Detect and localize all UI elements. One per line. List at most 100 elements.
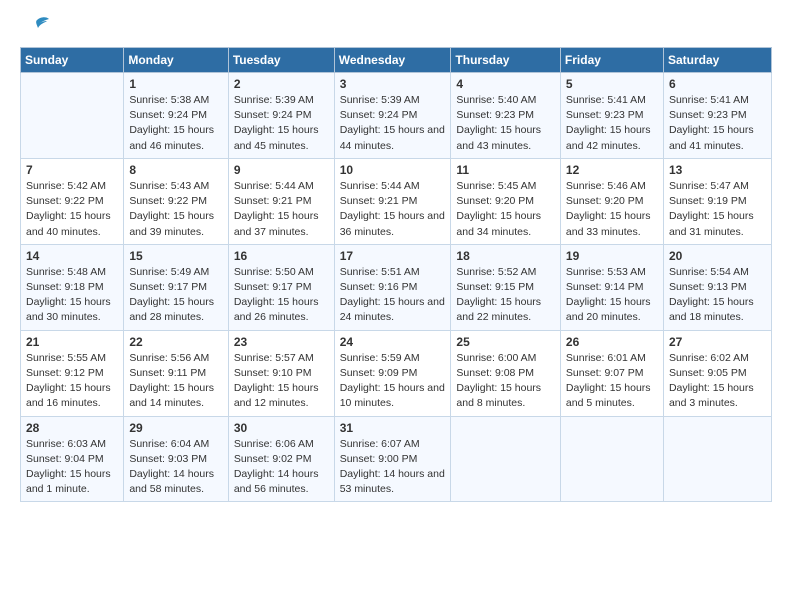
day-number: 1	[129, 77, 222, 91]
day-number: 13	[669, 163, 766, 177]
calendar-cell: 30Sunrise: 6:06 AMSunset: 9:02 PMDayligh…	[228, 416, 334, 502]
sun-info: Sunrise: 5:39 AMSunset: 9:24 PMDaylight:…	[340, 93, 446, 154]
calendar-cell: 13 Sunrise: 5:47 AMSunset: 9:19 PMDayligh…	[663, 158, 771, 244]
col-header-friday: Friday	[560, 48, 663, 73]
sun-info: Sunrise: 6:02 AMSunset: 9:05 PMDaylight:…	[669, 351, 766, 412]
day-number: 11	[456, 163, 555, 177]
sun-info: Sunrise: 6:03 AMSunset: 9:04 PMDaylight:…	[26, 437, 118, 498]
col-header-monday: Monday	[124, 48, 228, 73]
day-number: 2	[234, 77, 329, 91]
day-number: 3	[340, 77, 446, 91]
calendar-cell	[451, 416, 561, 502]
sun-info: Sunrise: 6:04 AMSunset: 9:03 PMDaylight:…	[129, 437, 222, 498]
calendar-cell: 2 Sunrise: 5:39 AMSunset: 9:24 PMDaylight…	[228, 73, 334, 159]
day-number: 9	[234, 163, 329, 177]
col-header-sunday: Sunday	[21, 48, 124, 73]
calendar-cell: 17 Sunrise: 5:51 AMSunset: 9:16 PMDayligh…	[334, 244, 451, 330]
week-row-2: 7 Sunrise: 5:42 AMSunset: 9:22 PMDaylight…	[21, 158, 772, 244]
calendar-cell: 10Sunrise: 5:44 AMSunset: 9:21 PMDayligh…	[334, 158, 451, 244]
day-number: 6	[669, 77, 766, 91]
calendar-cell: 1 Sunrise: 5:38 AMSunset: 9:24 PMDaylight…	[124, 73, 228, 159]
week-row-4: 21 Sunrise: 5:55 AMSunset: 9:12 PMDayligh…	[21, 330, 772, 416]
week-row-1: 1 Sunrise: 5:38 AMSunset: 9:24 PMDaylight…	[21, 73, 772, 159]
day-number: 19	[566, 249, 658, 263]
sun-info: Sunrise: 5:39 AMSunset: 9:24 PMDaylight:…	[234, 93, 329, 154]
sun-info: Sunrise: 5:50 AMSunset: 9:17 PMDaylight:…	[234, 265, 329, 326]
sun-info: Sunrise: 5:44 AMSunset: 9:21 PMDaylight:…	[340, 179, 446, 240]
logo-bird-icon	[24, 16, 50, 41]
calendar-table: SundayMondayTuesdayWednesdayThursdayFrid…	[20, 47, 772, 502]
calendar-cell: 27Sunrise: 6:02 AMSunset: 9:05 PMDayligh…	[663, 330, 771, 416]
calendar-cell: 12 Sunrise: 5:46 AMSunset: 9:20 PMDayligh…	[560, 158, 663, 244]
calendar-cell: 4 Sunrise: 5:40 AMSunset: 9:23 PMDaylight…	[451, 73, 561, 159]
calendar-cell: 26 Sunrise: 6:01 AMSunset: 9:07 PMDayligh…	[560, 330, 663, 416]
day-number: 22	[129, 335, 222, 349]
sun-info: Sunrise: 5:40 AMSunset: 9:23 PMDaylight:…	[456, 93, 555, 154]
calendar-cell: 24 Sunrise: 5:59 AMSunset: 9:09 PMDayligh…	[334, 330, 451, 416]
col-header-thursday: Thursday	[451, 48, 561, 73]
day-number: 16	[234, 249, 329, 263]
day-number: 12	[566, 163, 658, 177]
day-number: 23	[234, 335, 329, 349]
week-row-5: 28 Sunrise: 6:03 AMSunset: 9:04 PMDayligh…	[21, 416, 772, 502]
sun-info: Sunrise: 5:51 AMSunset: 9:16 PMDaylight:…	[340, 265, 446, 326]
calendar-cell: 5 Sunrise: 5:41 AMSunset: 9:23 PMDaylight…	[560, 73, 663, 159]
sun-info: Sunrise: 5:55 AMSunset: 9:12 PMDaylight:…	[26, 351, 118, 412]
sun-info: Sunrise: 5:46 AMSunset: 9:20 PMDaylight:…	[566, 179, 658, 240]
calendar-cell: 25 Sunrise: 6:00 AMSunset: 9:08 PMDayligh…	[451, 330, 561, 416]
sun-info: Sunrise: 5:43 AMSunset: 9:22 PMDaylight:…	[129, 179, 222, 240]
calendar-cell: 7 Sunrise: 5:42 AMSunset: 9:22 PMDaylight…	[21, 158, 124, 244]
calendar-cell: 28 Sunrise: 6:03 AMSunset: 9:04 PMDayligh…	[21, 416, 124, 502]
sun-info: Sunrise: 5:49 AMSunset: 9:17 PMDaylight:…	[129, 265, 222, 326]
sun-info: Sunrise: 5:53 AMSunset: 9:14 PMDaylight:…	[566, 265, 658, 326]
calendar-cell: 29 Sunrise: 6:04 AMSunset: 9:03 PMDayligh…	[124, 416, 228, 502]
day-number: 21	[26, 335, 118, 349]
col-header-tuesday: Tuesday	[228, 48, 334, 73]
day-number: 30	[234, 421, 329, 435]
sun-info: Sunrise: 5:52 AMSunset: 9:15 PMDaylight:…	[456, 265, 555, 326]
sun-info: Sunrise: 5:47 AMSunset: 9:19 PMDaylight:…	[669, 179, 766, 240]
calendar-cell: 8 Sunrise: 5:43 AMSunset: 9:22 PMDaylight…	[124, 158, 228, 244]
sun-info: Sunrise: 5:57 AMSunset: 9:10 PMDaylight:…	[234, 351, 329, 412]
day-number: 4	[456, 77, 555, 91]
sun-info: Sunrise: 5:59 AMSunset: 9:09 PMDaylight:…	[340, 351, 446, 412]
calendar-cell: 11 Sunrise: 5:45 AMSunset: 9:20 PMDayligh…	[451, 158, 561, 244]
day-number: 7	[26, 163, 118, 177]
calendar-cell: 21 Sunrise: 5:55 AMSunset: 9:12 PMDayligh…	[21, 330, 124, 416]
calendar-cell: 19 Sunrise: 5:53 AMSunset: 9:14 PMDayligh…	[560, 244, 663, 330]
sun-info: Sunrise: 6:00 AMSunset: 9:08 PMDaylight:…	[456, 351, 555, 412]
day-number: 14	[26, 249, 118, 263]
sun-info: Sunrise: 5:41 AMSunset: 9:23 PMDaylight:…	[566, 93, 658, 154]
sun-info: Sunrise: 5:38 AMSunset: 9:24 PMDaylight:…	[129, 93, 222, 154]
day-number: 8	[129, 163, 222, 177]
day-number: 5	[566, 77, 658, 91]
calendar-cell: 22 Sunrise: 5:56 AMSunset: 9:11 PMDayligh…	[124, 330, 228, 416]
week-row-3: 14Sunrise: 5:48 AMSunset: 9:18 PMDayligh…	[21, 244, 772, 330]
sun-info: Sunrise: 5:42 AMSunset: 9:22 PMDaylight:…	[26, 179, 118, 240]
day-number: 28	[26, 421, 118, 435]
day-number: 17	[340, 249, 446, 263]
day-number: 25	[456, 335, 555, 349]
calendar-cell	[21, 73, 124, 159]
day-number: 29	[129, 421, 222, 435]
calendar-cell: 9Sunrise: 5:44 AMSunset: 9:21 PMDaylight…	[228, 158, 334, 244]
calendar-cell: 23 Sunrise: 5:57 AMSunset: 9:10 PMDayligh…	[228, 330, 334, 416]
day-number: 26	[566, 335, 658, 349]
day-number: 15	[129, 249, 222, 263]
calendar-cell: 15 Sunrise: 5:49 AMSunset: 9:17 PMDayligh…	[124, 244, 228, 330]
sun-info: Sunrise: 5:56 AMSunset: 9:11 PMDaylight:…	[129, 351, 222, 412]
sun-info: Sunrise: 5:41 AMSunset: 9:23 PMDaylight:…	[669, 93, 766, 154]
sun-info: Sunrise: 6:07 AMSunset: 9:00 PMDaylight:…	[340, 437, 446, 498]
col-header-wednesday: Wednesday	[334, 48, 451, 73]
sun-info: Sunrise: 6:01 AMSunset: 9:07 PMDaylight:…	[566, 351, 658, 412]
calendar-cell: 16 Sunrise: 5:50 AMSunset: 9:17 PMDayligh…	[228, 244, 334, 330]
page-header	[20, 16, 772, 41]
sun-info: Sunrise: 5:54 AMSunset: 9:13 PMDaylight:…	[669, 265, 766, 326]
day-number: 24	[340, 335, 446, 349]
calendar-cell: 14Sunrise: 5:48 AMSunset: 9:18 PMDayligh…	[21, 244, 124, 330]
calendar-cell: 18Sunrise: 5:52 AMSunset: 9:15 PMDayligh…	[451, 244, 561, 330]
calendar-cell	[560, 416, 663, 502]
calendar-cell: 6 Sunrise: 5:41 AMSunset: 9:23 PMDaylight…	[663, 73, 771, 159]
sun-info: Sunrise: 5:45 AMSunset: 9:20 PMDaylight:…	[456, 179, 555, 240]
day-number: 20	[669, 249, 766, 263]
